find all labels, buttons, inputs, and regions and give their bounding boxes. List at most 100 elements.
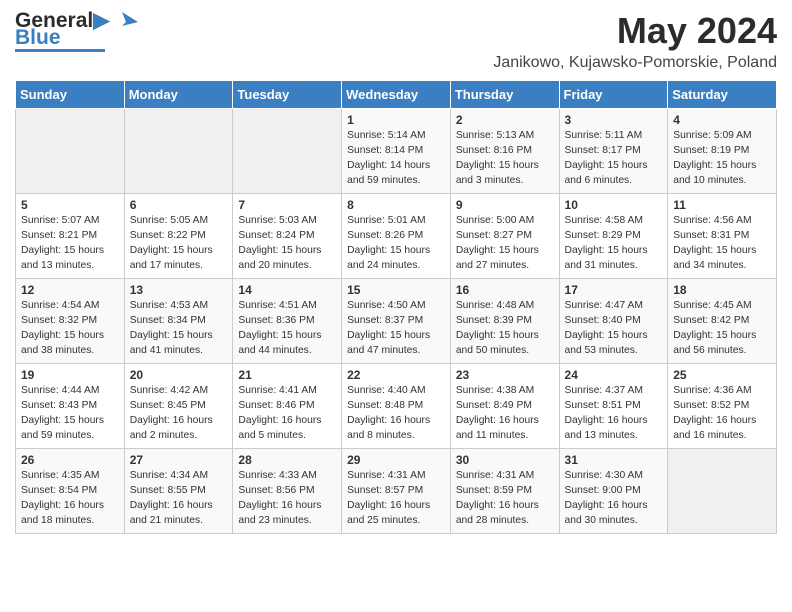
logo-blue-text: ▶ — [93, 9, 109, 32]
day-number: 12 — [21, 283, 119, 297]
calendar-cell: 4Sunrise: 5:09 AM Sunset: 8:19 PM Daylig… — [668, 109, 777, 194]
calendar-cell — [16, 109, 125, 194]
cell-info: Sunrise: 4:37 AM Sunset: 8:51 PM Dayligh… — [565, 384, 663, 444]
cell-info: Sunrise: 4:31 AM Sunset: 8:59 PM Dayligh… — [456, 469, 554, 529]
day-number: 17 — [565, 283, 663, 297]
calendar-cell: 10 Sunrise: 4:58 AM Sunset: 8:29 PM Dayli… — [559, 194, 668, 279]
calendar-cell: 3 Sunrise: 5:11 AM Sunset: 8:17 PM Daylig… — [559, 109, 668, 194]
column-header-saturday: Saturday — [668, 81, 777, 109]
calendar-cell: 12 Sunrise: 4:54 AM Sunset: 8:32 PM Dayli… — [16, 279, 125, 364]
calendar-cell: 23 Sunrise: 4:38 AM Sunset: 8:49 PM Dayli… — [450, 364, 559, 449]
cell-info: Sunrise: 4:33 AM Sunset: 8:56 PM Dayligh… — [238, 469, 336, 529]
calendar-cell: 22 Sunrise: 4:40 AM Sunset: 8:48 PM Dayli… — [342, 364, 451, 449]
cell-info: Sunrise: 5:13 AM Sunset: 8:16 PM Dayligh… — [456, 129, 554, 189]
cell-info: Sunrise: 4:35 AM Sunset: 8:54 PM Dayligh… — [21, 469, 119, 529]
day-number: 24 — [565, 368, 663, 382]
calendar-cell — [124, 109, 233, 194]
day-number: 16 — [456, 283, 554, 297]
day-number: 21 — [238, 368, 336, 382]
calendar-cell: 1 Sunrise: 5:14 AM Sunset: 8:14 PM Daylig… — [342, 109, 451, 194]
calendar-header-row: SundayMondayTuesdayWednesdayThursdayFrid… — [16, 81, 777, 109]
cell-info: Sunrise: 5:09 AM Sunset: 8:19 PM Dayligh… — [673, 129, 771, 189]
day-number: 15 — [347, 283, 445, 297]
calendar-cell: 16 Sunrise: 4:48 AM Sunset: 8:39 PM Dayli… — [450, 279, 559, 364]
cell-info: Sunrise: 4:45 AM Sunset: 8:42 PM Dayligh… — [673, 299, 771, 359]
cell-info: Sunrise: 4:56 AM Sunset: 8:31 PM Dayligh… — [673, 214, 771, 274]
cell-info: Sunrise: 4:42 AM Sunset: 8:45 PM Dayligh… — [130, 384, 228, 444]
day-number: 18 — [673, 283, 771, 297]
cell-info: Sunrise: 4:34 AM Sunset: 8:55 PM Dayligh… — [130, 469, 228, 529]
day-number: 29 — [347, 453, 445, 467]
calendar-cell: 24 Sunrise: 4:37 AM Sunset: 8:51 PM Dayli… — [559, 364, 668, 449]
day-number: 10 — [565, 198, 663, 212]
day-number: 7 — [238, 198, 336, 212]
cell-info: Sunrise: 4:48 AM Sunset: 8:39 PM Dayligh… — [456, 299, 554, 359]
cell-info: Sunrise: 4:30 AM Sunset: 9:00 PM Dayligh… — [565, 469, 663, 529]
day-number: 27 — [130, 453, 228, 467]
calendar-cell: 17 Sunrise: 4:47 AM Sunset: 8:40 PM Dayli… — [559, 279, 668, 364]
logo-wing-icon — [112, 8, 140, 41]
cell-info: Sunrise: 5:03 AM Sunset: 8:24 PM Dayligh… — [238, 214, 336, 274]
day-number: 31 — [565, 453, 663, 467]
day-number: 13 — [130, 283, 228, 297]
calendar-cell: 14 Sunrise: 4:51 AM Sunset: 8:36 PM Dayli… — [233, 279, 342, 364]
day-number: 14 — [238, 283, 336, 297]
day-number: 9 — [456, 198, 554, 212]
day-number: 8 — [347, 198, 445, 212]
calendar-cell: 13 Sunrise: 4:53 AM Sunset: 8:34 PM Dayli… — [124, 279, 233, 364]
calendar-table: SundayMondayTuesdayWednesdayThursdayFrid… — [15, 80, 777, 534]
cell-info: Sunrise: 4:40 AM Sunset: 8:48 PM Dayligh… — [347, 384, 445, 444]
cell-info: Sunrise: 4:58 AM Sunset: 8:29 PM Dayligh… — [565, 214, 663, 274]
column-header-thursday: Thursday — [450, 81, 559, 109]
logo-underline — [15, 49, 105, 52]
calendar-cell: 26Sunrise: 4:35 AM Sunset: 8:54 PM Dayli… — [16, 449, 125, 534]
calendar-cell — [668, 449, 777, 534]
day-number: 28 — [238, 453, 336, 467]
cell-info: Sunrise: 5:14 AM Sunset: 8:14 PM Dayligh… — [347, 129, 445, 189]
calendar-week-row: 19 Sunrise: 4:44 AM Sunset: 8:43 PM Dayli… — [16, 364, 777, 449]
day-number: 30 — [456, 453, 554, 467]
day-number: 22 — [347, 368, 445, 382]
cell-info: Sunrise: 5:07 AM Sunset: 8:21 PM Dayligh… — [21, 214, 119, 274]
calendar-cell: 11 Sunrise: 4:56 AM Sunset: 8:31 PM Dayli… — [668, 194, 777, 279]
cell-info: Sunrise: 4:36 AM Sunset: 8:52 PM Dayligh… — [673, 384, 771, 444]
calendar-cell: 30 Sunrise: 4:31 AM Sunset: 8:59 PM Dayli… — [450, 449, 559, 534]
calendar-cell: 31 Sunrise: 4:30 AM Sunset: 9:00 PM Dayli… — [559, 449, 668, 534]
calendar-week-row: 12 Sunrise: 4:54 AM Sunset: 8:32 PM Dayli… — [16, 279, 777, 364]
column-header-monday: Monday — [124, 81, 233, 109]
calendar-cell: 7 Sunrise: 5:03 AM Sunset: 8:24 PM Daylig… — [233, 194, 342, 279]
page-header: General▶ Blue May 2024 Janikowo, Kujawsk… — [15, 10, 777, 72]
logo: General▶ Blue — [15, 10, 140, 52]
column-header-wednesday: Wednesday — [342, 81, 451, 109]
day-number: 5 — [21, 198, 119, 212]
calendar-cell: 9Sunrise: 5:00 AM Sunset: 8:27 PM Daylig… — [450, 194, 559, 279]
day-number: 2 — [456, 113, 554, 127]
day-number: 23 — [456, 368, 554, 382]
cell-info: Sunrise: 4:47 AM Sunset: 8:40 PM Dayligh… — [565, 299, 663, 359]
cell-info: Sunrise: 5:11 AM Sunset: 8:17 PM Dayligh… — [565, 129, 663, 189]
cell-info: Sunrise: 4:44 AM Sunset: 8:43 PM Dayligh… — [21, 384, 119, 444]
day-number: 19 — [21, 368, 119, 382]
calendar-cell: 21Sunrise: 4:41 AM Sunset: 8:46 PM Dayli… — [233, 364, 342, 449]
calendar-cell: 19 Sunrise: 4:44 AM Sunset: 8:43 PM Dayli… — [16, 364, 125, 449]
calendar-week-row: 26Sunrise: 4:35 AM Sunset: 8:54 PM Dayli… — [16, 449, 777, 534]
cell-info: Sunrise: 4:51 AM Sunset: 8:36 PM Dayligh… — [238, 299, 336, 359]
calendar-week-row: 5 Sunrise: 5:07 AM Sunset: 8:21 PM Daylig… — [16, 194, 777, 279]
cell-info: Sunrise: 4:31 AM Sunset: 8:57 PM Dayligh… — [347, 469, 445, 529]
cell-info: Sunrise: 4:38 AM Sunset: 8:49 PM Dayligh… — [456, 384, 554, 444]
day-number: 11 — [673, 198, 771, 212]
calendar-cell: 29 Sunrise: 4:31 AM Sunset: 8:57 PM Dayli… — [342, 449, 451, 534]
calendar-cell: 5 Sunrise: 5:07 AM Sunset: 8:21 PM Daylig… — [16, 194, 125, 279]
calendar-cell: 28 Sunrise: 4:33 AM Sunset: 8:56 PM Dayli… — [233, 449, 342, 534]
cell-info: Sunrise: 4:54 AM Sunset: 8:32 PM Dayligh… — [21, 299, 119, 359]
column-header-friday: Friday — [559, 81, 668, 109]
calendar-week-row: 1 Sunrise: 5:14 AM Sunset: 8:14 PM Daylig… — [16, 109, 777, 194]
day-number: 3 — [565, 113, 663, 127]
day-number: 1 — [347, 113, 445, 127]
title-block: May 2024 Janikowo, Kujawsko-Pomorskie, P… — [493, 10, 777, 72]
column-header-sunday: Sunday — [16, 81, 125, 109]
cell-info: Sunrise: 5:01 AM Sunset: 8:26 PM Dayligh… — [347, 214, 445, 274]
cell-info: Sunrise: 4:53 AM Sunset: 8:34 PM Dayligh… — [130, 299, 228, 359]
day-number: 20 — [130, 368, 228, 382]
day-number: 25 — [673, 368, 771, 382]
